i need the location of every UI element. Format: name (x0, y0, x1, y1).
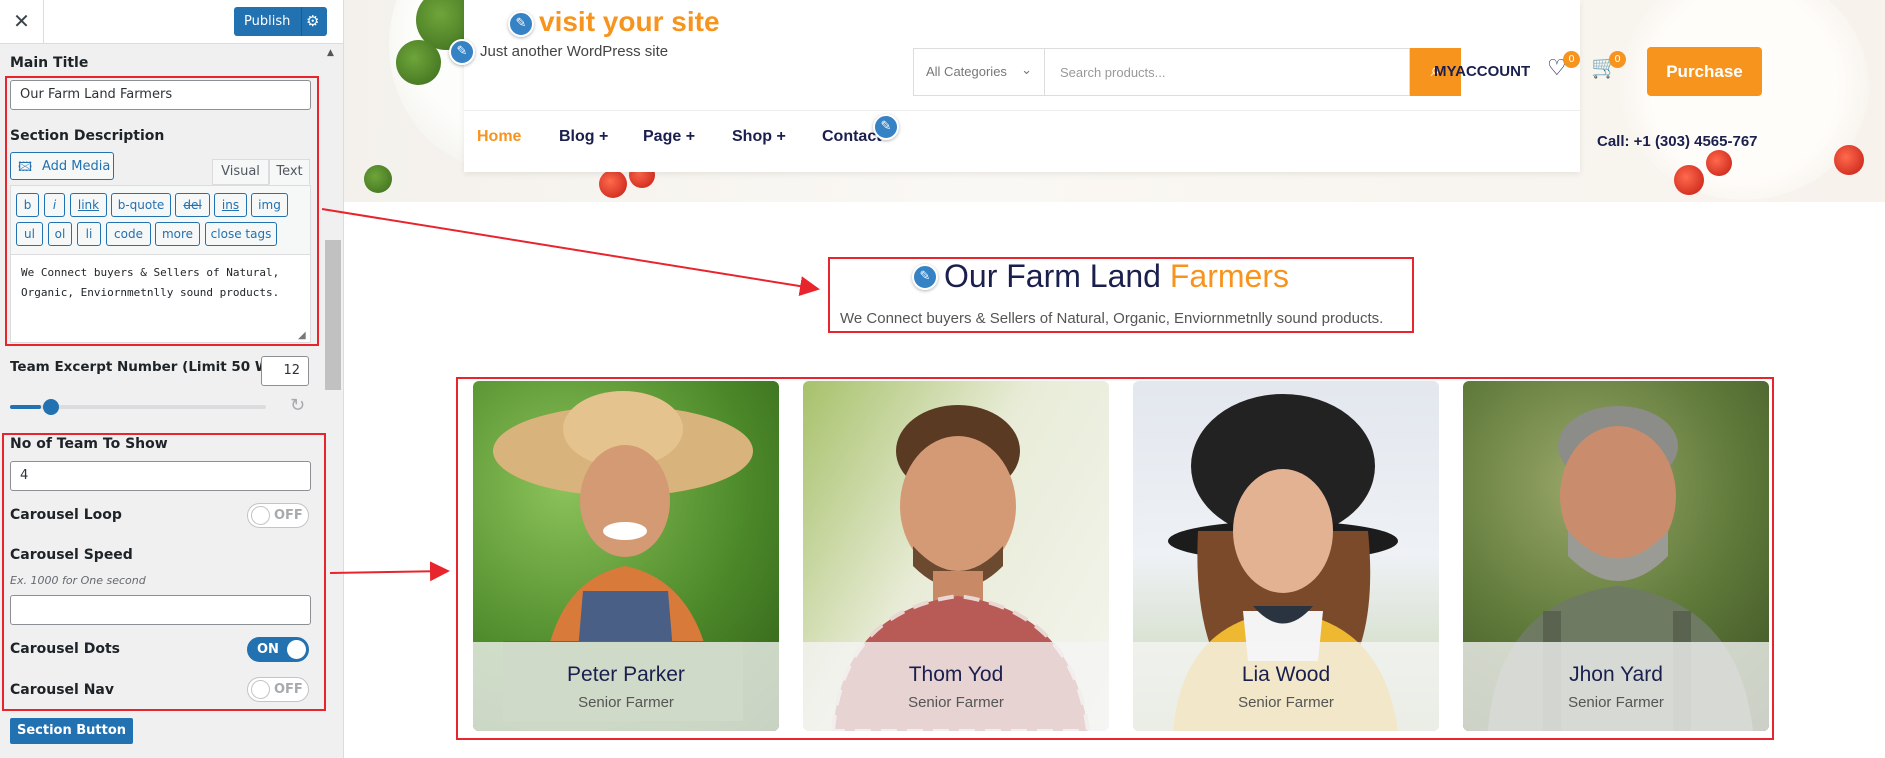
section-button[interactable]: Section Button (10, 718, 133, 744)
product-search: All Categories ⌄ Search products... (913, 48, 1410, 96)
broccoli-decoration (364, 165, 392, 193)
highlight-box-title-description (5, 76, 319, 346)
team-excerpt-slider-knob[interactable] (43, 399, 59, 415)
wishlist-count-badge: 0 (1563, 51, 1580, 68)
team-excerpt-number[interactable]: 12 (261, 356, 309, 386)
scroll-up-arrow-icon[interactable]: ▲ (327, 48, 334, 58)
edit-shortcut-icon[interactable]: ✎ (508, 11, 534, 37)
sidebar-scrollbar-thumb[interactable] (325, 240, 341, 390)
tomato-decoration (599, 170, 627, 198)
nav-item-home[interactable]: Home (477, 128, 521, 146)
category-value: All Categories (926, 64, 1007, 79)
search-input[interactable]: Search products... (1060, 65, 1166, 80)
chevron-down-icon: ⌄ (1021, 62, 1032, 77)
site-title[interactable]: visit your site (539, 6, 720, 38)
customizer-screen: ✕ Publish ⚙ ▲ Main Title Our Farm Land F… (0, 0, 1885, 758)
reset-icon[interactable]: ↻ (290, 395, 305, 416)
publish-button[interactable]: Publish ⚙ (234, 7, 327, 36)
broccoli-decoration (396, 40, 441, 85)
edit-shortcut-icon[interactable]: ✎ (449, 39, 475, 65)
strawberry-decoration (1834, 145, 1864, 175)
cart-count-badge: 0 (1609, 51, 1626, 68)
sidebar-scrollbar-track[interactable] (323, 44, 343, 758)
highlight-box-team-cards (456, 377, 1774, 740)
nav-item-page[interactable]: Page + (643, 128, 695, 146)
publish-label: Publish (244, 14, 291, 29)
my-account-link[interactable]: MYACCOUNT (1434, 63, 1530, 80)
site-tagline: Just another WordPress site (480, 43, 669, 60)
highlight-box-team-settings (2, 433, 326, 711)
strawberry-decoration (1706, 150, 1732, 176)
team-excerpt-slider-fill (10, 405, 41, 409)
highlight-box-section-heading (828, 257, 1414, 333)
site-preview: ✎ visit your site ✎ Just another WordPre… (344, 0, 1885, 758)
nav-item-shop[interactable]: Shop + (732, 128, 786, 146)
purchase-button[interactable]: Purchase (1647, 47, 1762, 96)
close-icon[interactable]: ✕ (0, 0, 44, 44)
main-title-label: Main Title (10, 55, 89, 71)
nav-item-blog[interactable]: Blog + (559, 128, 608, 146)
sidebar-header: ✕ Publish ⚙ (0, 0, 343, 44)
call-number: Call: +1 (303) 4565-767 (1597, 133, 1758, 150)
publish-separator (301, 7, 302, 36)
edit-shortcut-icon[interactable]: ✎ (873, 114, 899, 140)
gear-icon[interactable]: ⚙ (306, 12, 319, 30)
customizer-sidebar: ✕ Publish ⚙ ▲ Main Title Our Farm Land F… (0, 0, 344, 758)
nav-divider (464, 110, 1580, 111)
category-select[interactable]: All Categories ⌄ (914, 49, 1045, 95)
strawberry-decoration (1674, 165, 1704, 195)
